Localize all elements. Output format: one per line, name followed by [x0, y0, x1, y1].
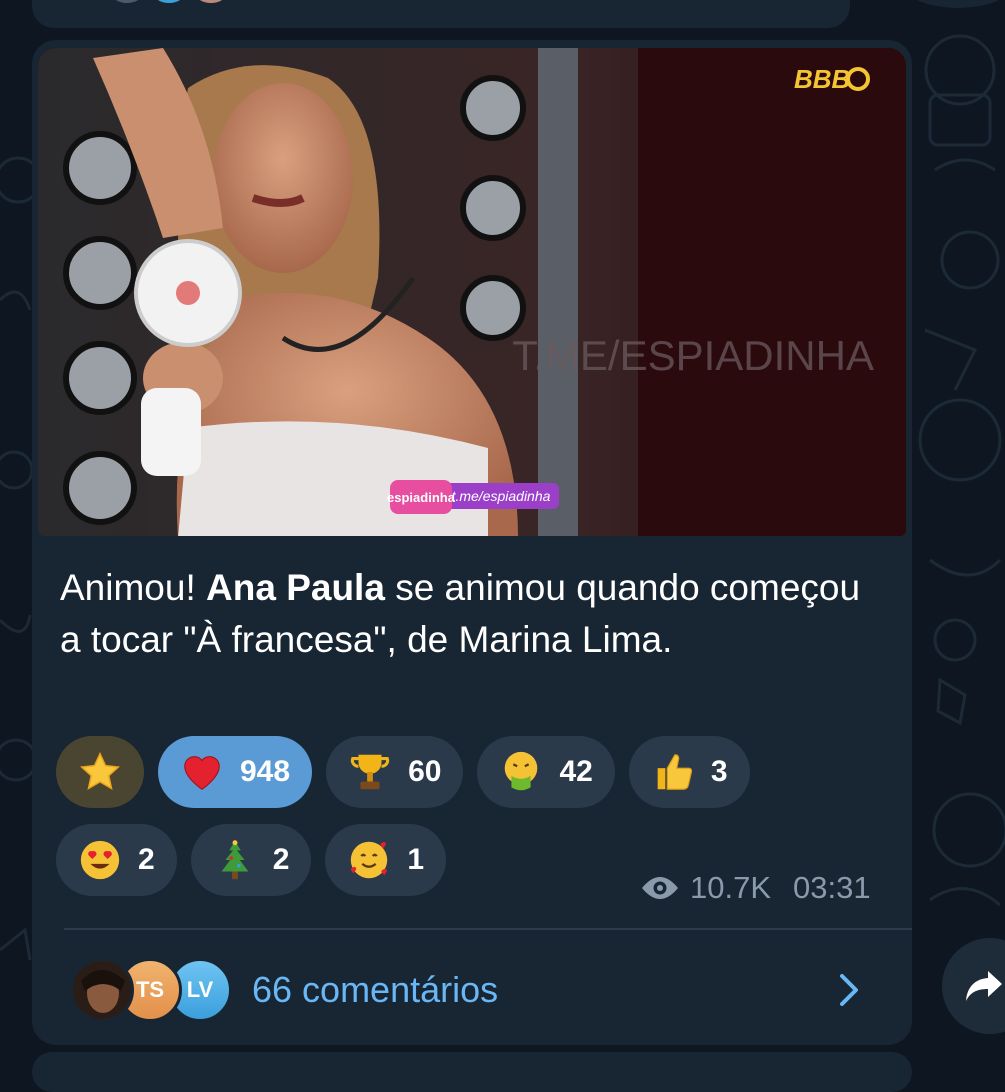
share-arrow-icon [966, 971, 1002, 1001]
christmas-tree-emoji-icon [211, 836, 259, 884]
reaction-christmas-tree-button[interactable]: 2 [190, 824, 312, 896]
reaction-count: 60 [408, 755, 442, 788]
caption-bold-name: Ana Paula [206, 567, 385, 608]
reaction-heart-eyes-button[interactable]: 2 [56, 824, 177, 896]
post-time: 03:31 [793, 870, 871, 905]
heart-eyes-emoji-icon [76, 836, 124, 884]
red-heart-emoji-icon [178, 748, 226, 796]
channel-post-bubble: T.ME/ESPIADINHA BBB espiadinha t.me/espi… [32, 40, 912, 1045]
caption-prefix: Animou! [60, 567, 207, 608]
reaction-count: 2 [138, 843, 155, 876]
espiadinha-badge-link: t.me/espiadinha [452, 488, 551, 504]
avatar [102, 0, 152, 6]
post-media-video[interactable]: T.ME/ESPIADINHA BBB espiadinha t.me/espi… [38, 48, 906, 536]
avatar [144, 0, 194, 6]
reaction-star-button[interactable] [56, 736, 144, 808]
star-emoji-icon [76, 748, 124, 796]
reaction-thumbs-up-button[interactable]: 3 [628, 736, 750, 808]
previous-message-bubble [32, 0, 850, 28]
previous-comment-avatars [102, 0, 236, 6]
comments-button[interactable]: TS LV 66 comentários [70, 950, 890, 1030]
vomiting-face-emoji-icon [497, 748, 545, 796]
comments-label: 66 comentários [252, 969, 499, 1010]
thumbs-up-emoji-icon [649, 748, 697, 796]
divider [64, 928, 912, 930]
reaction-heart-button[interactable]: 948 [158, 736, 313, 808]
reaction-count: 948 [240, 755, 291, 788]
eye-icon [642, 877, 678, 899]
video-frame: T.ME/ESPIADINHA BBB espiadinha t.me/espi… [38, 48, 906, 536]
trophy-emoji-icon [346, 748, 394, 796]
chevron-right-icon [840, 974, 858, 1006]
reaction-vomiting-button[interactable]: 42 [477, 736, 615, 808]
reaction-smiling-hearts-button[interactable]: 1 [325, 824, 447, 896]
reaction-count: 3 [710, 755, 728, 788]
channel-watermark: T.ME/ESPIADINHA [512, 332, 874, 379]
next-message-bubble [32, 1052, 912, 1092]
avatar [186, 0, 236, 6]
comment-avatars: TS LV [70, 955, 260, 1025]
reaction-trophy-button[interactable]: 60 [326, 736, 464, 808]
reaction-count: 2 [272, 843, 290, 876]
post-caption: Animou! Ana Paula se animou quando começ… [60, 562, 880, 666]
espiadinha-badge-logo: espiadinha [387, 490, 456, 505]
avatar [70, 958, 134, 1022]
smiling-face-hearts-emoji-icon [345, 836, 393, 884]
views-count: 10.7K [690, 870, 772, 905]
reaction-count: 42 [559, 755, 593, 788]
bbb-logo: BBB [794, 64, 850, 94]
post-meta: 10.7K 03:31 [640, 870, 871, 906]
reaction-count: 1 [407, 843, 425, 876]
